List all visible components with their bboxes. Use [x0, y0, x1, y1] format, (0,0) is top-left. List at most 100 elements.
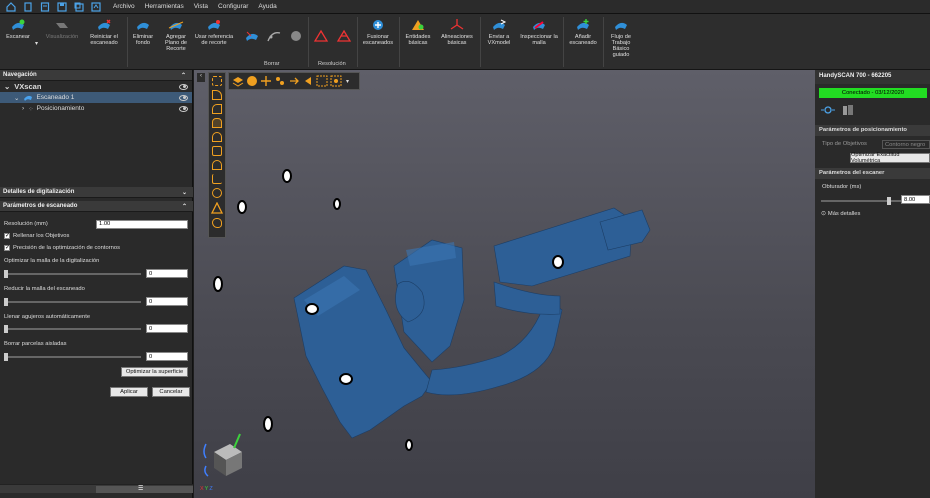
arch-select-icon[interactable]	[212, 160, 222, 170]
add-scanner-button[interactable]: Añadir escaneado	[566, 18, 600, 46]
orientation-cube[interactable]	[200, 432, 250, 482]
scanner-params-header[interactable]: Parámetros del escaner	[815, 168, 930, 179]
shutter-slider[interactable]	[821, 197, 901, 205]
contour-precision-checkbox[interactable]	[4, 244, 10, 251]
delete-patches-input[interactable]: 0	[146, 352, 188, 361]
save-icon[interactable]	[55, 0, 68, 13]
blob-select-icon[interactable]	[212, 218, 222, 228]
params-header[interactable]: Parámetros de escaneado ⌃	[0, 201, 193, 212]
3d-viewport[interactable]: ‹ X Y Z	[194, 70, 815, 498]
resolution-a-button[interactable]	[311, 29, 331, 45]
workflow-button[interactable]: Flujo de Trabajo Básico guiado	[605, 18, 637, 59]
shutter-input[interactable]: 8.00	[901, 195, 930, 204]
curve-select-icon[interactable]	[212, 174, 222, 184]
save-as-icon[interactable]	[72, 0, 85, 13]
tree-item-positioning[interactable]: › ⁘ Posicionamiento	[0, 103, 192, 114]
visibility-eye-icon[interactable]	[179, 83, 188, 90]
reduce-mesh-input[interactable]: 0	[146, 297, 188, 306]
menu-vista[interactable]: Vista	[189, 3, 213, 10]
optimize-mesh-slider[interactable]	[4, 270, 141, 278]
open-file-icon[interactable]	[38, 0, 51, 13]
home-icon[interactable]	[4, 0, 17, 13]
reduce-mesh-slider[interactable]	[4, 298, 141, 306]
ellipse-select-icon[interactable]	[212, 132, 222, 142]
expand-icon[interactable]: ⌄	[14, 94, 19, 102]
visibility-eye-icon[interactable]	[179, 94, 188, 101]
sphere-view-icon[interactable]	[246, 75, 258, 87]
apply-button[interactable]: Aplicar	[110, 387, 148, 397]
visibility-eye-icon[interactable]	[179, 105, 188, 112]
optimize-volumetric-button[interactable]: Optimizar Exactitud Volumétrica	[850, 152, 930, 164]
resolution-input[interactable]: 1.00	[96, 219, 188, 229]
delete-sphere-button[interactable]	[286, 29, 306, 45]
square-select-icon[interactable]	[212, 146, 222, 156]
scanner-device-icon[interactable]	[841, 104, 855, 116]
fill-holes-input[interactable]: 0	[146, 324, 188, 333]
positioning-params-header[interactable]: Parámetros de posicionamiento	[815, 125, 930, 136]
delete-selection-button[interactable]	[242, 29, 262, 45]
select-all-icon[interactable]	[330, 75, 342, 87]
fill-targets-checkbox[interactable]	[4, 232, 10, 239]
menu-configurar[interactable]: Configurar	[213, 3, 253, 10]
panel-tab[interactable]	[96, 486, 193, 493]
use-clip-ref-button[interactable]: Usar referencia de recorte	[193, 18, 235, 46]
details-header[interactable]: Detalles de digitalización ⌄	[0, 187, 193, 198]
slider-handle[interactable]	[4, 270, 8, 278]
export-icon[interactable]	[89, 0, 102, 13]
target-marker	[339, 373, 353, 385]
slider-handle[interactable]	[4, 298, 8, 306]
delete-isolated-button[interactable]	[264, 29, 284, 45]
basic-alignments-button[interactable]: Alineaciones básicas	[437, 18, 477, 46]
resolution-b-button[interactable]	[334, 29, 354, 45]
visualization-button[interactable]: Visualización	[43, 18, 81, 40]
inspect-mesh-button[interactable]: Inspeccionar la malla	[518, 18, 560, 46]
back-arrow-icon[interactable]	[302, 75, 314, 87]
expand-icon[interactable]: ⌄	[182, 189, 187, 196]
send-vxmodel-button[interactable]: Enviar a VXmodel	[482, 18, 516, 46]
rect-select-icon[interactable]	[212, 76, 222, 86]
freeform-select-icon[interactable]	[212, 104, 222, 114]
add-clip-plane-button[interactable]: Agregar Plano de Recorte	[160, 18, 192, 52]
triangle-select-icon[interactable]	[211, 202, 223, 214]
target-visibility-icon[interactable]	[274, 75, 286, 87]
fill-targets-row[interactable]: Rellenar los Objetivos	[0, 230, 193, 242]
delete-patches-slider[interactable]	[4, 353, 141, 361]
toolbar-dropdown-icon[interactable]: ▾	[346, 78, 349, 85]
menu-herramientas[interactable]: Herramientas	[140, 3, 189, 10]
fill-holes-slider[interactable]	[4, 325, 141, 333]
layers-icon[interactable]	[232, 75, 244, 87]
scan-button[interactable]: Escanear	[3, 18, 33, 40]
basic-entities-button[interactable]: Entidades básicas	[401, 18, 435, 46]
slider-handle[interactable]	[4, 325, 8, 333]
slider-handle[interactable]	[887, 197, 891, 205]
menu-ayuda[interactable]: Ayuda	[253, 3, 281, 10]
menu-archivo[interactable]: Archivo	[108, 3, 140, 10]
expand-icon[interactable]: ⌄	[4, 82, 10, 91]
slider-handle[interactable]	[4, 353, 8, 361]
polygon-select-icon[interactable]	[212, 118, 222, 128]
section-view-icon[interactable]	[260, 75, 272, 87]
circle-select-icon[interactable]	[212, 188, 222, 198]
tree-root[interactable]: ⌄ VXscan	[0, 81, 192, 92]
contour-precision-row[interactable]: Precisión de la optimización de contorno…	[0, 242, 193, 254]
navigation-header[interactable]: Navegación ⌃	[0, 70, 192, 81]
select-box-icon[interactable]	[316, 75, 328, 87]
expand-icon[interactable]: ›	[22, 105, 24, 112]
reset-scan-button[interactable]: Reiniciar el escaneado	[85, 18, 123, 46]
list-icon[interactable]: ☰	[138, 485, 143, 492]
new-file-icon[interactable]	[21, 0, 34, 13]
scan-dropdown-icon[interactable]: ▾	[35, 40, 38, 47]
merge-scans-button[interactable]: Fusionar escaneados	[360, 18, 396, 46]
positioning-target-icon[interactable]	[821, 104, 835, 116]
collapse-icon[interactable]: ⌃	[182, 203, 187, 210]
cancel-button[interactable]: Cancelar	[152, 387, 190, 397]
arrows-icon[interactable]	[288, 75, 300, 87]
more-details-toggle[interactable]: ⊙ Más detalles	[821, 211, 860, 217]
remove-background-button[interactable]: Eliminar fondo	[129, 18, 157, 46]
lasso-select-icon[interactable]	[212, 90, 222, 100]
tree-item-scan1[interactable]: ⌄ Escaneado 1	[0, 92, 192, 103]
collapse-icon[interactable]: ⌃	[181, 72, 186, 79]
optimize-surface-button[interactable]: Optimizar la superficie	[121, 367, 188, 377]
optimize-mesh-input[interactable]: 0	[146, 269, 188, 278]
target-type-select[interactable]: Contorno negro	[882, 140, 930, 149]
